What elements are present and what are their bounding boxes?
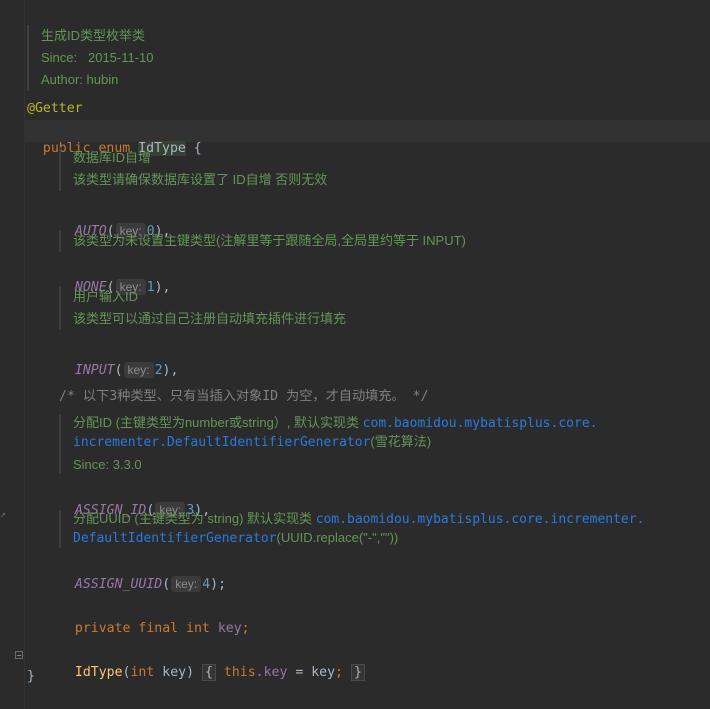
- assign-id-doc-class-link-cont[interactable]: incrementer.DefaultIdentifierGenerator: [73, 435, 370, 450]
- class-doc-block: 生成ID类型枚举类 Since: 2015-11-10 Author: hubi…: [27, 25, 154, 91]
- field-semicolon: ;: [241, 621, 250, 636]
- assign-uuid-doc-block: 分配UUID (主键类型为 string) 默认实现类 com.baomidou…: [59, 510, 693, 548]
- input-doc-line1: 用户输入ID: [73, 289, 139, 304]
- input-doc-block: 用户输入ID 该类型可以通过自己注册自动填充插件进行填充: [59, 286, 346, 330]
- assign-uuid-doc-class-link[interactable]: com.baomidou.mybatisplus.core.incremente…: [316, 512, 645, 527]
- assign-id-doc-class-link[interactable]: com.baomidou.mybatisplus.core.: [363, 416, 598, 431]
- assign-id-doc-block: 分配ID (主键类型为number或string）, 默认实现类 com.bao…: [59, 414, 673, 474]
- assign-uuid-constant-name[interactable]: ASSIGN_UUID: [75, 577, 162, 592]
- assign-uuid-suffix: );: [210, 577, 227, 592]
- editor-gutter[interactable]: ↗: [0, 0, 25, 709]
- input-constant-name[interactable]: INPUT: [75, 363, 115, 378]
- fold-toggle-icon[interactable]: [15, 651, 23, 659]
- assign-id-doc-line2: incrementer.DefaultIdentifierGenerator(雪…: [73, 433, 673, 452]
- input-doc-line2: 该类型可以通过自己注册自动填充插件进行填充: [73, 311, 347, 326]
- key-field-declaration[interactable]: private final int key;: [59, 602, 710, 638]
- since-value: 2015-11-10: [87, 50, 154, 65]
- auto-doc-block: 数据库ID自增 该类型请确保数据库设置了 ID自增 否则无效: [59, 147, 327, 191]
- none-doc-block: 该类型为未设置主键类型(注解里等于跟随全局,全局里约等于 INPUT): [59, 230, 466, 252]
- class-doc-since: Since: 2015-11-10: [41, 47, 154, 69]
- class-doc-title: 生成ID类型枚举类: [41, 28, 146, 43]
- param-hint: key:: [123, 362, 154, 378]
- assign-uuid-doc-line2: DefaultIdentifierGenerator(UUID.replace(…: [73, 529, 693, 548]
- none-doc-line1: 该类型为未设置主键类型(注解里等于跟随全局,全局里约等于 INPUT): [73, 233, 466, 248]
- assign-uuid-doc-line1: 分配UUID (主键类型为 string) 默认实现类 com.baomidou…: [73, 510, 693, 529]
- auto-doc-line2: 该类型请确保数据库设置了 ID自增 否则无效: [73, 172, 328, 187]
- enum-constant-input[interactable]: INPUT(key: 2),: [59, 344, 710, 380]
- getter-annotation[interactable]: @Getter: [27, 100, 710, 118]
- assign-id-doc-line1: 分配ID (主键类型为number或string）, 默认实现类 com.bao…: [73, 414, 673, 433]
- class-doc-author: Author: hubin: [41, 72, 119, 87]
- enum-constant-assign-uuid[interactable]: ASSIGN_UUID(key: 4);: [59, 558, 710, 594]
- block-comment[interactable]: /* 以下3种类型、只有当插入对象ID 为空，才自动填充。 */: [59, 388, 710, 406]
- assign-id-doc-since: Since: 3.3.0: [73, 457, 142, 472]
- enum-close-brace: }: [27, 669, 35, 684]
- param-hint: key:: [171, 576, 202, 592]
- input-value: 2: [154, 363, 163, 378]
- input-suffix: ),: [162, 363, 179, 378]
- assign-uuid-doc-class-link-cont[interactable]: DefaultIdentifierGenerator: [73, 531, 277, 546]
- field-name[interactable]: key: [218, 621, 242, 636]
- assign-id-doc-suffix: (雪花算法): [370, 434, 432, 449]
- assign-uuid-value: 4: [202, 577, 211, 592]
- assign-uuid-doc-suffix: (UUID.replace("-","")): [276, 530, 399, 545]
- assign-id-doc-prefix: 分配ID (主键类型为number或string）, 默认实现类: [73, 415, 360, 430]
- since-label: Since:: [41, 50, 78, 65]
- auto-doc-line1: 数据库ID自增: [73, 150, 152, 165]
- gutter-marker-icon: ↗: [0, 509, 7, 520]
- field-modifiers: private final int: [74, 621, 210, 636]
- assign-uuid-doc-prefix: 分配UUID (主键类型为 string) 默认实现类: [73, 511, 313, 526]
